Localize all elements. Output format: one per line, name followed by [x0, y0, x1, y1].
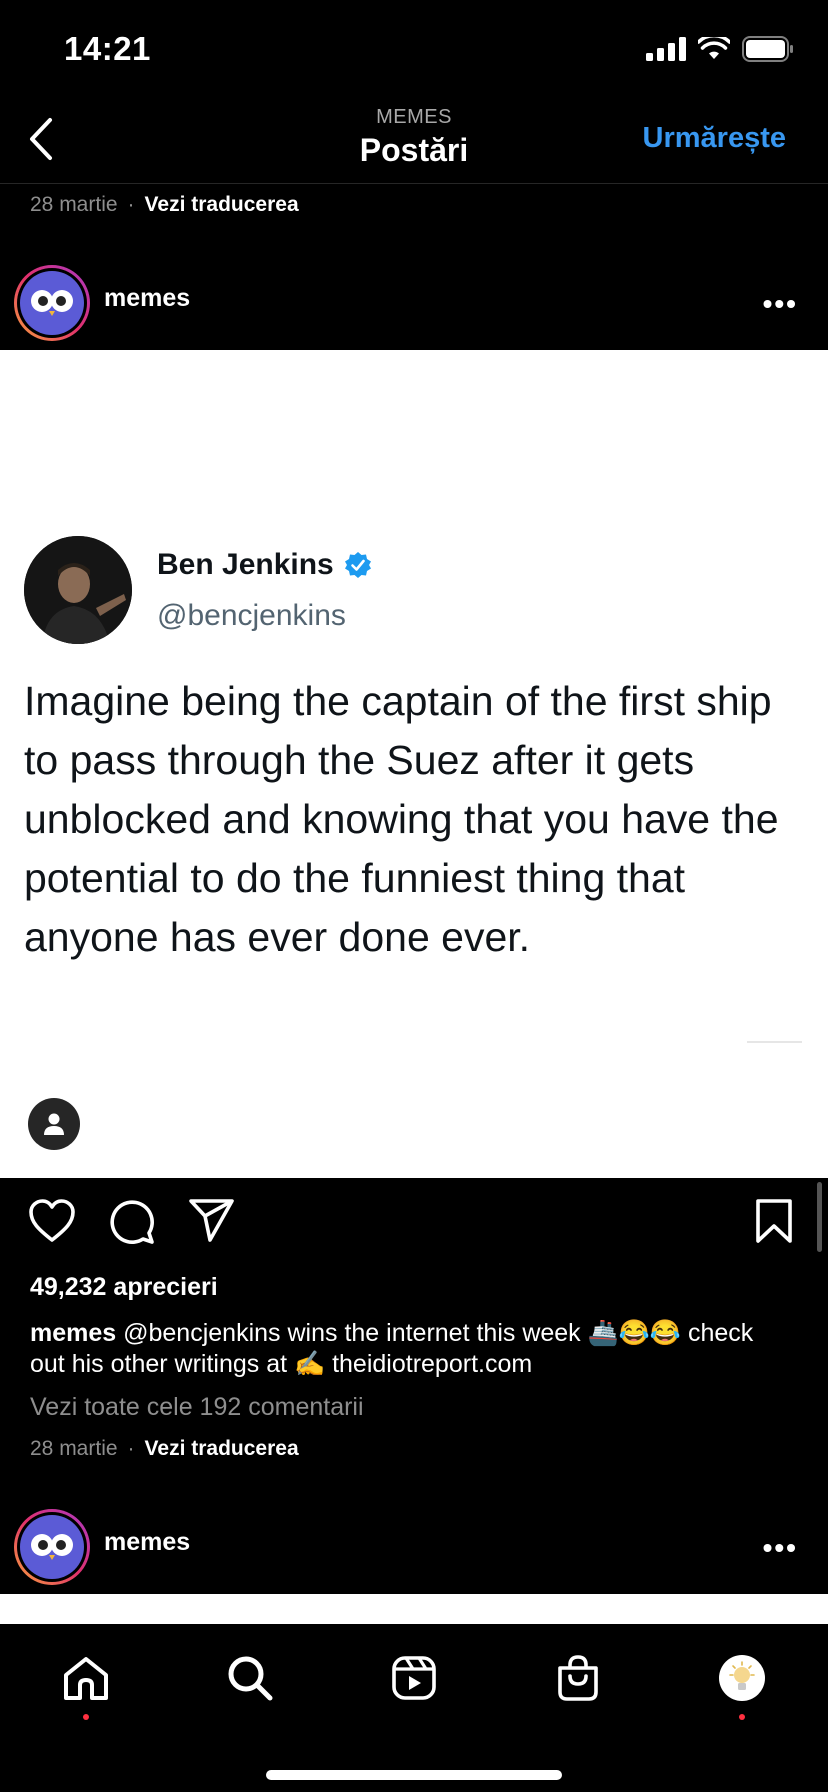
wifi-icon: [698, 37, 730, 59]
caption-username[interactable]: memes: [30, 1319, 116, 1347]
share-button[interactable]: [188, 1198, 236, 1249]
tab-home[interactable]: [58, 1650, 114, 1706]
more-options-button[interactable]: •••: [763, 288, 798, 320]
tab-reels[interactable]: [386, 1650, 442, 1706]
bookmark-icon: [756, 1199, 792, 1243]
scrollbar[interactable]: [817, 1182, 822, 1252]
view-comments-link[interactable]: Vezi toate cele 192 comentarii: [30, 1393, 364, 1422]
post-date: 28 martie: [30, 1437, 118, 1460]
next-post-image[interactable]: [0, 1594, 828, 1624]
verified-badge-icon: [344, 552, 371, 578]
tweet-text: Imagine being the captain of the first s…: [24, 678, 779, 960]
comment-icon: [110, 1200, 154, 1244]
tagged-people-button[interactable]: [28, 1098, 80, 1150]
tab-search[interactable]: [222, 1650, 278, 1706]
notification-dot: [83, 1714, 89, 1720]
post-header: memes •••: [0, 252, 828, 342]
meta-separator: ·: [127, 193, 135, 216]
post-date: 28 martie: [30, 193, 118, 216]
see-translation-link[interactable]: Vezi traducerea: [145, 193, 299, 217]
avatar[interactable]: [14, 1509, 90, 1585]
user-tag-icon: [44, 1113, 64, 1135]
see-translation-link[interactable]: Vezi traducerea: [145, 1437, 299, 1461]
home-indicator[interactable]: [266, 1770, 562, 1780]
tweet-avatar: [24, 536, 132, 644]
bottom-tab-bar: [0, 1624, 828, 1792]
shopping-bag-icon: [558, 1655, 598, 1701]
owl-logo-icon: [31, 1534, 73, 1560]
post-actions: [0, 1198, 828, 1256]
status-time: 14:21: [64, 30, 151, 67]
profile-avatar-icon: [719, 1655, 765, 1701]
tab-shop[interactable]: [550, 1650, 606, 1706]
previous-post-meta: 28 martie · Vezi traducerea: [30, 193, 299, 217]
like-button[interactable]: [28, 1198, 76, 1249]
tab-profile[interactable]: [714, 1650, 770, 1706]
reels-icon: [392, 1656, 436, 1700]
tweet-author-handle: @bencjenkins: [157, 599, 346, 632]
divider: [747, 1041, 802, 1043]
more-options-button[interactable]: •••: [763, 1532, 798, 1564]
battery-icon: [742, 36, 793, 62]
caption-text: @bencjenkins wins the internet this week…: [30, 1319, 754, 1378]
likes-count[interactable]: 49,232 aprecieri: [30, 1273, 218, 1302]
comment-button[interactable]: [108, 1198, 156, 1251]
tweet-author-name-text: Ben Jenkins: [157, 548, 334, 581]
cellular-signal-icon: [646, 37, 686, 61]
post-image[interactable]: Ben Jenkins @bencjenkins Imagine being t…: [0, 350, 828, 1178]
post-caption: memes @bencjenkins wins the internet thi…: [30, 1318, 770, 1380]
follow-button[interactable]: Urmărește: [643, 122, 786, 155]
post-username[interactable]: memes: [104, 1528, 190, 1557]
avatar[interactable]: [14, 265, 90, 341]
tweet-author-name: Ben Jenkins: [157, 548, 372, 582]
meta-separator: ·: [127, 1437, 135, 1460]
status-bar: 14:21: [0, 0, 828, 100]
save-button[interactable]: [754, 1198, 794, 1249]
notification-dot: [739, 1714, 745, 1720]
status-icons: [646, 36, 794, 62]
post-username[interactable]: memes: [104, 284, 190, 313]
search-icon: [228, 1656, 273, 1701]
owl-logo-icon: [31, 290, 73, 316]
post-meta: 28 martie · Vezi traducerea: [30, 1437, 299, 1461]
next-post-header: memes •••: [0, 1496, 828, 1586]
home-icon: [64, 1657, 108, 1700]
heart-icon: [29, 1199, 75, 1242]
nav-header: MEMES Postări Urmărește: [0, 100, 828, 184]
send-icon: [189, 1199, 234, 1242]
